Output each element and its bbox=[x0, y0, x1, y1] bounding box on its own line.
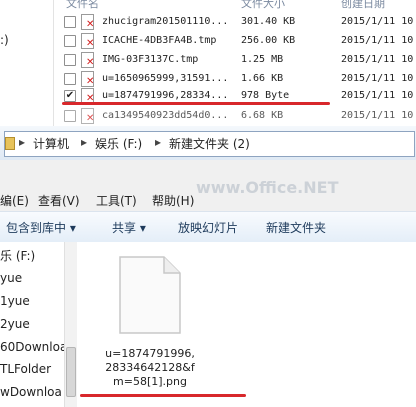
file-label-line: u=1874791996, bbox=[105, 347, 195, 360]
left-pane: :) bbox=[0, 0, 54, 126]
folder-icon bbox=[5, 137, 15, 150]
nav-item-folder[interactable]: 2yue bbox=[0, 317, 30, 331]
highlight-underline bbox=[80, 394, 246, 397]
chevron-right-icon[interactable]: ▸ bbox=[19, 135, 25, 149]
file-label[interactable]: u=1874791996, 28334642128&f m=58[1].png bbox=[86, 347, 214, 389]
breadcrumb-folder[interactable]: 新建文件夹 (2) bbox=[169, 135, 250, 152]
delete-mark-icon: ✕ bbox=[86, 19, 95, 30]
file-name: zhucigram201501110... bbox=[102, 16, 229, 27]
file-size: 301.40 KB bbox=[241, 16, 296, 27]
row-checkbox[interactable] bbox=[64, 73, 76, 85]
file-label-line: 28334642128&f bbox=[105, 361, 195, 374]
row-checkbox[interactable] bbox=[64, 35, 76, 47]
deleted-file-icon: ✕ bbox=[81, 14, 94, 30]
column-header-size[interactable]: 文件大小 bbox=[241, 0, 285, 10]
menu-tools[interactable]: 工具(T) bbox=[96, 192, 137, 209]
nav-scrollbar-thumb[interactable] bbox=[66, 347, 76, 397]
chevron-right-icon[interactable]: ▸ bbox=[155, 135, 161, 149]
file-date: 2015/1/11 10 bbox=[341, 16, 414, 27]
menu-edit[interactable]: 编(E) bbox=[0, 192, 29, 209]
file-date: 2015/1/11 10 bbox=[341, 35, 414, 46]
nav-item-folder[interactable]: TLFolder bbox=[0, 362, 51, 376]
column-header-date[interactable]: 创建日期 bbox=[341, 0, 385, 10]
row-checkbox[interactable] bbox=[64, 110, 76, 122]
deleted-file-icon: ✕ bbox=[81, 108, 94, 124]
share-button[interactable]: 共享 ▾ bbox=[112, 219, 146, 236]
file-date: 2015/1/11 10 bbox=[341, 110, 414, 121]
deleted-file-icon: ✕ bbox=[81, 52, 94, 68]
file-size: 6.68 KB bbox=[241, 110, 284, 121]
nav-item-drive[interactable]: 乐 (F:) bbox=[0, 247, 35, 264]
document-file-icon[interactable] bbox=[118, 255, 182, 335]
file-row[interactable]: ✕ IMG-03F3137C.tmp 1.25 MB 2015/1/11 10 bbox=[60, 50, 416, 69]
left-pane-text: :) bbox=[0, 33, 9, 47]
new-folder-button[interactable]: 新建文件夹 bbox=[266, 219, 326, 236]
deleted-file-icon: ✕ bbox=[81, 33, 94, 49]
address-bar[interactable]: ▸ 计算机 ▸ 娱乐 (F:) ▸ 新建文件夹 (2) bbox=[4, 131, 415, 157]
delete-mark-icon: ✕ bbox=[86, 38, 95, 49]
file-size: 256.00 KB bbox=[241, 35, 296, 46]
nav-item-folder[interactable]: yue bbox=[0, 271, 22, 285]
row-checkbox[interactable] bbox=[64, 16, 76, 28]
highlight-underline bbox=[62, 102, 330, 105]
delete-mark-icon: ✕ bbox=[86, 113, 95, 124]
command-bar: 包含到库中 ▾ 共享 ▾ 放映幻灯片 新建文件夹 bbox=[0, 211, 416, 243]
file-row[interactable]: ✕ ICACHE-4DB3FA4B.tmp 256.00 KB 2015/1/1… bbox=[60, 31, 416, 50]
column-header-name[interactable]: 文件名 bbox=[66, 0, 99, 10]
nav-item-folder[interactable]: 60Downloa bbox=[0, 340, 67, 354]
breadcrumb-drive[interactable]: 娱乐 (F:) bbox=[95, 135, 142, 152]
watermark: www.Office.NET bbox=[196, 178, 339, 197]
file-row[interactable]: ✕ zhucigram201501110... 301.40 KB 2015/1… bbox=[60, 12, 416, 31]
include-in-library-button[interactable]: 包含到库中 ▾ bbox=[6, 219, 76, 236]
file-name: ICACHE-4DB3FA4B.tmp bbox=[102, 35, 217, 46]
file-name: IMG-03F3137C.tmp bbox=[102, 54, 199, 65]
file-label-line: m=58[1].png bbox=[113, 375, 187, 388]
row-checkbox[interactable] bbox=[64, 54, 76, 66]
file-size: 1.25 MB bbox=[241, 54, 284, 65]
file-name: ca1349540923dd54d0... bbox=[102, 110, 229, 121]
row-checkbox-checked[interactable]: ✔ bbox=[64, 90, 76, 102]
menu-view[interactable]: 查看(V) bbox=[38, 192, 80, 209]
delete-mark-icon: ✕ bbox=[86, 57, 95, 68]
column-header: 文件名 文件大小 创建日期 bbox=[60, 0, 416, 10]
address-bar-area: ▸ 计算机 ▸ 娱乐 (F:) ▸ 新建文件夹 (2) bbox=[0, 126, 416, 161]
menu-help[interactable]: 帮助(H) bbox=[152, 192, 194, 209]
nav-item-folder[interactable]: wDownloa bbox=[0, 385, 62, 399]
nav-item-folder[interactable]: 1yue bbox=[0, 294, 30, 308]
file-row[interactable]: ✕ ca1349540923dd54d0... 6.68 KB 2015/1/1… bbox=[60, 106, 416, 125]
file-date: 2015/1/11 10 bbox=[341, 90, 414, 101]
file-date: 2015/1/11 10 bbox=[341, 54, 414, 65]
deleted-file-icon: ✕ bbox=[81, 71, 94, 87]
recovery-file-list-window: :) 文件名 文件大小 创建日期 ✕ zhucigram201501110...… bbox=[0, 0, 416, 126]
breadcrumb-computer[interactable]: 计算机 bbox=[33, 135, 69, 152]
slideshow-button[interactable]: 放映幻灯片 bbox=[178, 219, 238, 236]
chevron-right-icon[interactable]: ▸ bbox=[81, 135, 87, 149]
